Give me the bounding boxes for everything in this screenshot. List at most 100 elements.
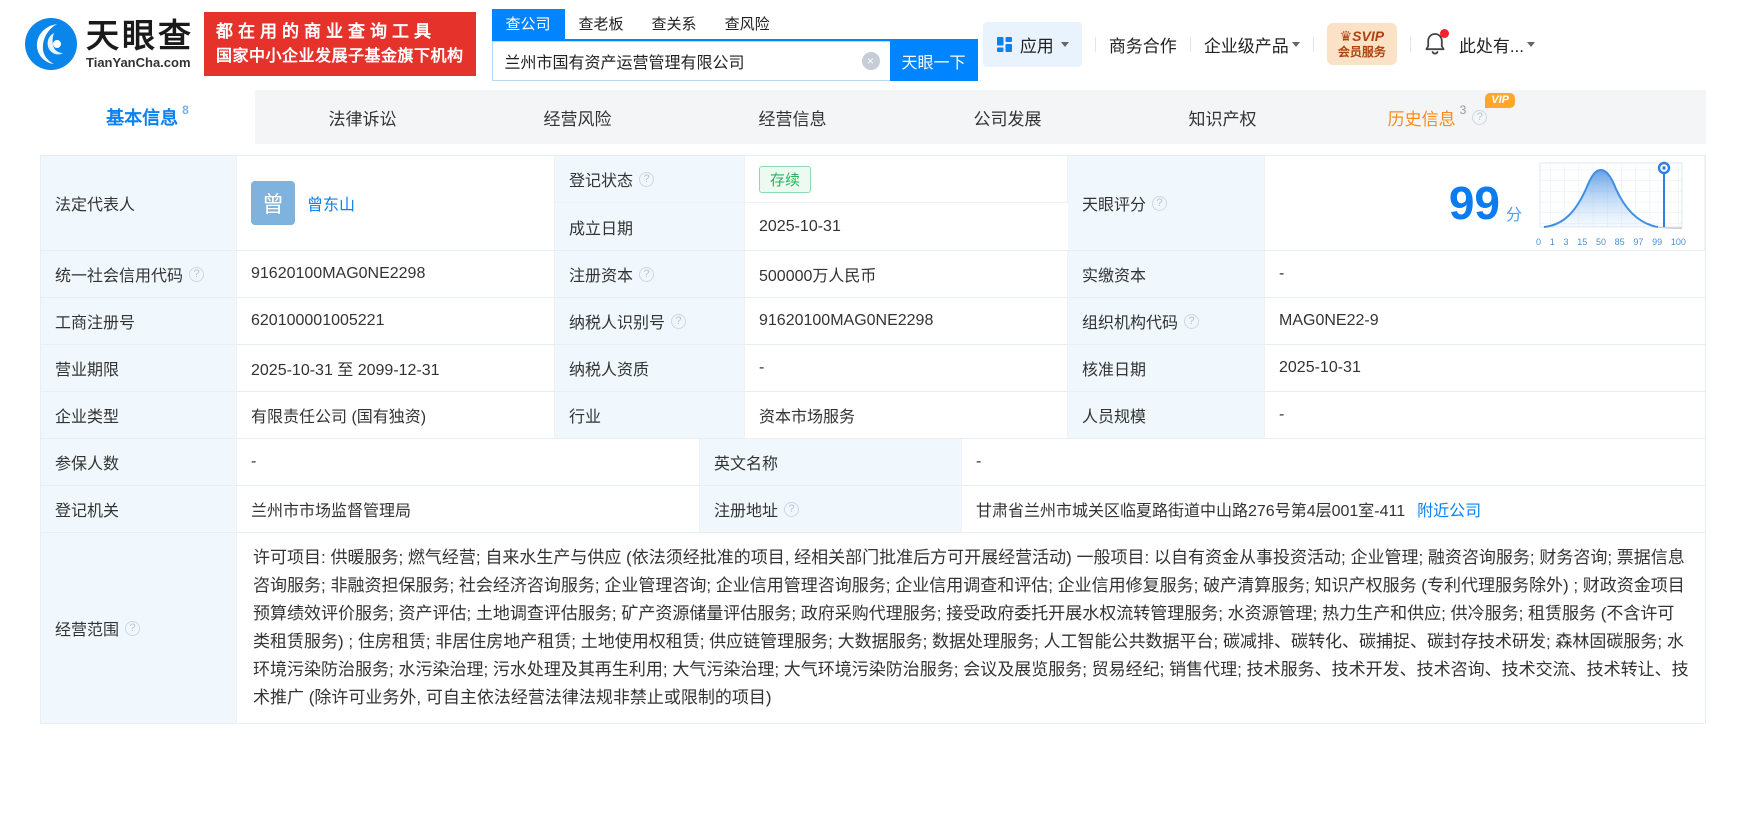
tab-legal-proceedings[interactable]: 法律诉讼 — [255, 90, 470, 144]
promo-line2: 国家中小企业发展子基金旗下机构 — [216, 48, 464, 66]
reg-capital-label: 注册资本? — [555, 251, 745, 297]
table-row: 企业类型 有限责任公司 (国有独资) 行业 资本市场服务 人员规模 - — [41, 392, 1705, 439]
help-icon[interactable]: ? — [1184, 313, 1200, 329]
industry-label: 行业 — [555, 392, 745, 438]
reg-authority-label: 登记机关 — [41, 486, 237, 532]
score-distribution-chart: 0 1 3 15 50 85 97 99 100 — [1536, 159, 1688, 247]
table-row: 工商注册号 620100001005221 纳税人识别号? 91620100MA… — [41, 298, 1705, 345]
svip-label: SVIP — [1352, 27, 1385, 44]
business-term-value: 2025-10-31 至 2099-12-31 — [237, 345, 555, 391]
table-row: 登记机关 兰州市市场监督管理局 注册地址? 甘肃省兰州市城关区临夏路街道中山路2… — [41, 486, 1705, 533]
taxpayer-id-label: 纳税人识别号? — [555, 298, 745, 344]
approval-date-value: 2025-10-31 — [1265, 345, 1705, 391]
table-row: 营业期限 2025-10-31 至 2099-12-31 纳税人资质 - 核准日… — [41, 345, 1705, 392]
taxpayer-quality-value: - — [745, 345, 1068, 391]
paid-capital-value: - — [1265, 251, 1705, 297]
search-block: 查公司 查老板 查关系 查风险 × 天眼一下 — [491, 9, 978, 81]
business-scope-label: 经营范围? — [41, 533, 237, 723]
svip-service-label: 会员服务 — [1337, 45, 1386, 60]
org-code-value: MAG0NE22-9 — [1265, 298, 1705, 344]
est-date-value: 2025-10-31 — [745, 203, 1068, 250]
search-tab-risk[interactable]: 查风险 — [711, 9, 784, 39]
logo-title: 天眼查 — [86, 16, 194, 54]
approval-date-label: 核准日期 — [1068, 345, 1265, 391]
header-nav: 应用 商务合作 企业级产品 ♛SVIP 会员服务 此处有... — [982, 21, 1535, 67]
table-row: 法定代表人 曾 曾东山 登记状态? 存续 天眼评分? 99 分 0 1 3 15… — [41, 156, 1705, 251]
help-icon[interactable]: ? — [125, 620, 141, 636]
apps-grid-icon — [996, 36, 1012, 52]
business-cooperation-link[interactable]: 商务合作 — [1109, 32, 1177, 57]
divider — [1094, 36, 1096, 52]
apps-menu-button[interactable]: 应用 — [982, 21, 1082, 67]
top-header: 天眼查 TianYanCha.com 都在用的商业查询工具 国家中小企业发展子基… — [0, 0, 1761, 88]
table-row: 统一社会信用代码? 91620100MAG0NE2298 注册资本? 50000… — [41, 251, 1705, 298]
promo-line1: 都在用的商业查询工具 — [216, 22, 436, 42]
score-value: 99 — [1448, 177, 1500, 229]
english-name-label: 英文名称 — [700, 439, 962, 485]
help-icon[interactable]: ? — [639, 171, 655, 187]
tab-company-development[interactable]: 公司发展 — [900, 90, 1115, 144]
divider — [1312, 36, 1314, 52]
user-account-menu[interactable]: 此处有... — [1459, 32, 1535, 57]
paid-capital-label: 实缴资本 — [1068, 251, 1265, 297]
help-icon[interactable]: ? — [639, 266, 655, 282]
table-row: 参保人数 - 英文名称 - — [41, 439, 1705, 486]
svip-member-button[interactable]: ♛SVIP 会员服务 — [1326, 22, 1397, 66]
staff-size-value: - — [1265, 392, 1705, 438]
insured-count-label: 参保人数 — [41, 439, 237, 485]
apps-label: 应用 — [1019, 36, 1054, 56]
notification-bell-icon[interactable] — [1424, 29, 1449, 56]
notification-dot — [1439, 29, 1449, 38]
vip-badge: VIP — [1485, 93, 1515, 108]
search-tab-boss[interactable]: 查老板 — [565, 9, 638, 39]
divider — [1409, 36, 1411, 52]
staff-size-label: 人员规模 — [1068, 392, 1265, 438]
divider — [1189, 36, 1191, 52]
tianyancha-logo-icon — [25, 18, 77, 70]
avatar[interactable]: 曾 — [251, 181, 295, 225]
reg-authority-value: 兰州市市场监督管理局 — [237, 486, 700, 532]
score-axis: 0 1 3 15 50 85 97 99 100 — [1536, 237, 1686, 247]
tianyancha-logo[interactable]: 天眼查 TianYanCha.com — [24, 17, 194, 71]
search-input[interactable] — [492, 52, 890, 70]
score-cell: 99 分 0 1 3 15 50 85 97 99 100 — [1265, 156, 1705, 250]
chevron-down-icon — [1527, 42, 1535, 51]
business-scope-value: 许可项目: 供暖服务; 燃气经营; 自来水生产与供应 (依法须经批准的项目, 经… — [237, 533, 1705, 723]
section-tabbar: 基本信息 8 法律诉讼 经营风险 经营信息 公司发展 知识产权 VIP 历史信息 3… — [40, 90, 1706, 144]
credit-code-value: 91620100MAG0NE2298 — [237, 251, 555, 297]
search-tab-relation[interactable]: 查关系 — [638, 9, 711, 39]
chevron-down-icon — [1291, 42, 1300, 51]
est-date-label: 成立日期 — [555, 203, 745, 250]
taxpayer-quality-label: 纳税人资质 — [555, 345, 745, 391]
company-type-label: 企业类型 — [41, 392, 237, 438]
tab-basic-info[interactable]: 基本信息 8 — [40, 90, 255, 144]
search-button[interactable]: 天眼一下 — [889, 41, 978, 81]
enterprise-products-link[interactable]: 企业级产品 — [1204, 32, 1300, 57]
crown-icon: ♛ — [1339, 27, 1353, 44]
help-icon[interactable]: ? — [1152, 195, 1168, 211]
tab-history-info[interactable]: VIP 历史信息 3 ? — [1330, 90, 1545, 144]
company-info-table: 法定代表人 曾 曾东山 登记状态? 存续 天眼评分? 99 分 0 1 3 15… — [40, 155, 1706, 724]
help-icon[interactable]: ? — [189, 266, 205, 282]
tab-operating-risk[interactable]: 经营风险 — [470, 90, 685, 144]
nearby-companies-link[interactable]: 附近公司 — [1417, 497, 1481, 521]
help-icon[interactable]: ? — [1472, 109, 1488, 125]
tab-intellectual-property[interactable]: 知识产权 — [1115, 90, 1330, 144]
business-term-label: 营业期限 — [41, 345, 237, 391]
credit-code-label: 统一社会信用代码? — [41, 251, 237, 297]
status-badge: 存续 — [759, 165, 812, 193]
search-tabs: 查公司 查老板 查关系 查风险 — [491, 9, 978, 41]
promo-banner: 都在用的商业查询工具 国家中小企业发展子基金旗下机构 — [204, 12, 476, 76]
search-tab-company[interactable]: 查公司 — [491, 9, 565, 39]
score-label: 天眼评分? — [1068, 156, 1265, 250]
logo-domain: TianYanCha.com — [86, 54, 191, 70]
help-icon[interactable]: ? — [671, 313, 687, 329]
help-icon[interactable]: ? — [784, 501, 800, 517]
tab-operating-info[interactable]: 经营信息 — [685, 90, 900, 144]
reg-address-value: 甘肃省兰州市城关区临夏路街道中山路276号第4层001室-411 — [976, 503, 1406, 520]
tab-count: 3 — [1459, 103, 1467, 117]
score-unit: 分 — [1505, 207, 1522, 224]
legal-rep-link[interactable]: 曾东山 — [307, 191, 355, 215]
reg-status-label: 登记状态? — [555, 156, 745, 203]
clear-search-icon[interactable]: × — [861, 52, 880, 70]
